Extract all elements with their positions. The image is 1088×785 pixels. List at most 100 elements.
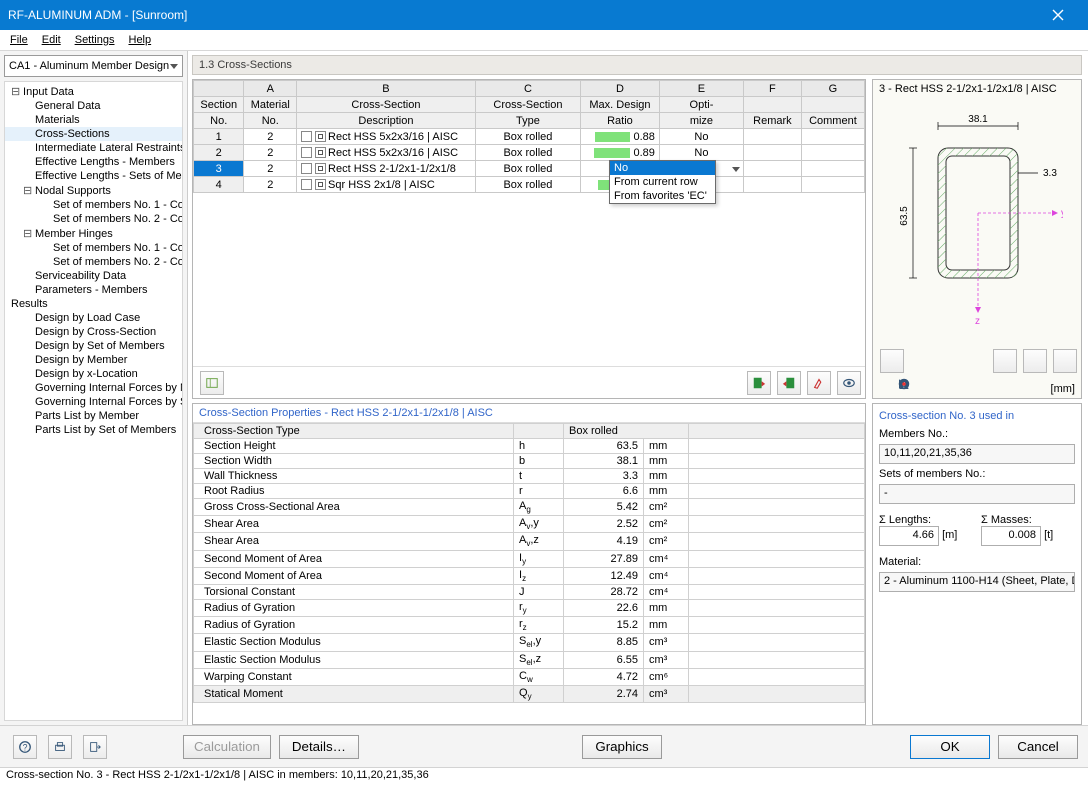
table-row[interactable]: 42Sqr HSS 2x1/8 | AISCBox rolled 0.79 bbox=[194, 177, 865, 193]
nav-item[interactable]: Serviceability Data bbox=[5, 269, 182, 283]
close-button[interactable] bbox=[1035, 0, 1080, 30]
property-row: Second Moment of AreaIz12.49cm⁴ bbox=[194, 567, 865, 584]
nav-item[interactable]: Design by Load Case bbox=[5, 311, 182, 325]
summass-value: 0.008 bbox=[981, 526, 1041, 546]
material-label: Material: bbox=[879, 556, 1075, 568]
property-row: Second Moment of AreaIy27.89cm⁴ bbox=[194, 550, 865, 567]
property-row: Shear AreaAv,y2.52cm² bbox=[194, 516, 865, 533]
property-row: Gross Cross-Sectional AreaAg5.42cm² bbox=[194, 499, 865, 516]
property-row: Statical MomentQy2.74cm³ bbox=[194, 685, 865, 702]
nav-item[interactable]: Cross-Sections bbox=[5, 127, 182, 141]
sets-field[interactable]: - bbox=[879, 484, 1075, 504]
import-excel-button[interactable] bbox=[777, 371, 801, 395]
properties-title: Cross-Section Properties - Rect HSS 2-1/… bbox=[193, 404, 865, 423]
material-field[interactable]: 2 - Aluminum 1100-H14 (Sheet, Plate, Dra… bbox=[879, 572, 1075, 592]
nav-item[interactable]: Parts List by Set of Members bbox=[5, 423, 182, 437]
used-in-title: Cross-section No. 3 used in bbox=[879, 410, 1075, 422]
nav-item[interactable]: Results bbox=[5, 297, 182, 311]
used-in-panel: Cross-section No. 3 used in Members No.:… bbox=[872, 403, 1082, 725]
property-row: Radius of Gyrationrz15.2mm bbox=[194, 617, 865, 634]
cancel-button[interactable]: Cancel bbox=[998, 735, 1078, 759]
preview-unit: [mm] bbox=[1051, 383, 1075, 395]
graphics-button[interactable]: Graphics bbox=[582, 735, 662, 759]
table-row[interactable]: 22Rect HSS 5x2x3/16 | AISCBox rolled 0.8… bbox=[194, 145, 865, 161]
property-row: Shear AreaAv,z4.19cm² bbox=[194, 533, 865, 550]
nav-item[interactable]: Set of members No. 1 - Corner bbox=[5, 241, 182, 255]
svg-text:?: ? bbox=[23, 742, 28, 752]
nav-item[interactable]: Intermediate Lateral Restraints bbox=[5, 141, 182, 155]
optimize-option-no[interactable]: No bbox=[610, 161, 715, 175]
summass-label: Σ Masses: bbox=[981, 514, 1032, 526]
dims-button[interactable] bbox=[1023, 349, 1047, 373]
stress-button[interactable] bbox=[1053, 349, 1077, 373]
nav-item[interactable]: Effective Lengths - Sets of Members bbox=[5, 169, 182, 183]
nav-item[interactable]: Parameters - Members bbox=[5, 283, 182, 297]
optimize-option-favorites[interactable]: From favorites 'EC' bbox=[610, 189, 715, 203]
property-row: Radius of Gyrationry22.6mm bbox=[194, 599, 865, 616]
content-panel: 1.3 Cross-Sections ABCDEFG SectionMateri… bbox=[188, 51, 1088, 725]
nav-item[interactable]: Design by Set of Members bbox=[5, 339, 182, 353]
nav-item[interactable]: ⊟ Input Data bbox=[5, 84, 182, 99]
case-combo[interactable]: CA1 - Aluminum Member Design bbox=[4, 55, 183, 77]
nav-item[interactable]: ⊟ Nodal Supports bbox=[5, 183, 182, 198]
export-excel-button[interactable] bbox=[747, 371, 771, 395]
menu-edit[interactable]: Edit bbox=[42, 34, 61, 46]
info-button[interactable]: i bbox=[880, 349, 904, 373]
svg-text:y: y bbox=[1061, 208, 1063, 219]
case-combo-label: CA1 - Aluminum Member Design bbox=[9, 60, 169, 72]
pick-button[interactable] bbox=[807, 371, 831, 395]
nav-tree[interactable]: ⊟ Input Data General Data Materials Cros… bbox=[4, 81, 183, 721]
details-button[interactable]: Details… bbox=[279, 735, 359, 759]
navigator-panel: CA1 - Aluminum Member Design ⊟ Input Dat… bbox=[0, 51, 188, 725]
members-field[interactable]: 10,11,20,21,35,36 bbox=[879, 444, 1075, 464]
table-row[interactable]: 32Rect HSS 2-1/2x1-1/2x1/8Box rolled 0.3… bbox=[194, 161, 865, 177]
property-row: Elastic Section ModulusSel,y8.85cm³ bbox=[194, 634, 865, 651]
members-label: Members No.: bbox=[879, 428, 1075, 440]
nav-item[interactable]: General Data bbox=[5, 99, 182, 113]
svg-text:3.3: 3.3 bbox=[1043, 168, 1057, 179]
library-button[interactable] bbox=[200, 371, 224, 395]
optimize-option-currentrow[interactable]: From current row bbox=[610, 175, 715, 189]
property-row: Elastic Section ModulusSel,z6.55cm³ bbox=[194, 651, 865, 668]
view-button[interactable] bbox=[837, 371, 861, 395]
table-row[interactable]: 12Rect HSS 5x2x3/16 | AISCBox rolled 0.8… bbox=[194, 129, 865, 145]
property-row: Cross-Section TypeBox rolled bbox=[194, 424, 865, 439]
nav-item[interactable]: Design by Member bbox=[5, 353, 182, 367]
nav-item[interactable]: ⊟ Member Hinges bbox=[5, 226, 182, 241]
nav-item[interactable]: Set of members No. 2 - Corner bbox=[5, 255, 182, 269]
axes-button[interactable] bbox=[993, 349, 1017, 373]
property-row: Wall Thicknesst3.3mm bbox=[194, 469, 865, 484]
svg-text:38.1: 38.1 bbox=[968, 114, 988, 125]
bottom-bar: ? Calculation Details… Graphics OK Cance… bbox=[0, 725, 1088, 767]
status-bar: Cross-section No. 3 - Rect HSS 2-1/2x1-1… bbox=[0, 767, 1088, 785]
nav-item[interactable]: Governing Internal Forces by Member bbox=[5, 381, 182, 395]
title-bar: RF-ALUMINUM ADM - [Sunroom] bbox=[0, 0, 1088, 30]
nav-item[interactable]: Design by x-Location bbox=[5, 367, 182, 381]
optimize-dropdown[interactable]: No From current row From favorites 'EC' bbox=[609, 160, 716, 204]
sumlen-unit: [m] bbox=[942, 529, 957, 541]
export-button[interactable] bbox=[83, 735, 107, 759]
cross-sections-table[interactable]: ABCDEFG SectionMaterialCross-SectionCros… bbox=[192, 79, 866, 399]
menu-help[interactable]: Help bbox=[128, 34, 151, 46]
summass-unit: [t] bbox=[1044, 529, 1053, 541]
sumlen-label: Σ Lengths: bbox=[879, 514, 931, 526]
menu-file[interactable]: File bbox=[10, 34, 28, 46]
ok-button[interactable]: OK bbox=[910, 735, 990, 759]
properties-panel: Cross-Section Properties - Rect HSS 2-1/… bbox=[192, 403, 866, 725]
nav-item[interactable]: Materials bbox=[5, 113, 182, 127]
nav-item[interactable]: Set of members No. 2 - Corner bbox=[5, 212, 182, 226]
print-button[interactable] bbox=[48, 735, 72, 759]
nav-item[interactable]: Set of members No. 1 - Corner bbox=[5, 198, 182, 212]
svg-text:63.5: 63.5 bbox=[899, 206, 910, 226]
menu-settings[interactable]: Settings bbox=[75, 34, 115, 46]
preview-title: 3 - Rect HSS 2-1/2x1-1/2x1/8 | AISC bbox=[879, 83, 1057, 95]
help-button[interactable]: ? bbox=[13, 735, 37, 759]
nav-item[interactable]: Design by Cross-Section bbox=[5, 325, 182, 339]
nav-item[interactable]: Effective Lengths - Members bbox=[5, 155, 182, 169]
nav-item[interactable]: Parts List by Member bbox=[5, 409, 182, 423]
calculation-button[interactable]: Calculation bbox=[183, 735, 271, 759]
cross-section-preview: 3 - Rect HSS 2-1/2x1-1/2x1/8 | AISC 38.1… bbox=[872, 79, 1082, 399]
nav-item[interactable]: Governing Internal Forces by Set bbox=[5, 395, 182, 409]
properties-table[interactable]: Cross-Section TypeBox rolledSection Heig… bbox=[193, 423, 865, 724]
main-area: CA1 - Aluminum Member Design ⊟ Input Dat… bbox=[0, 51, 1088, 725]
